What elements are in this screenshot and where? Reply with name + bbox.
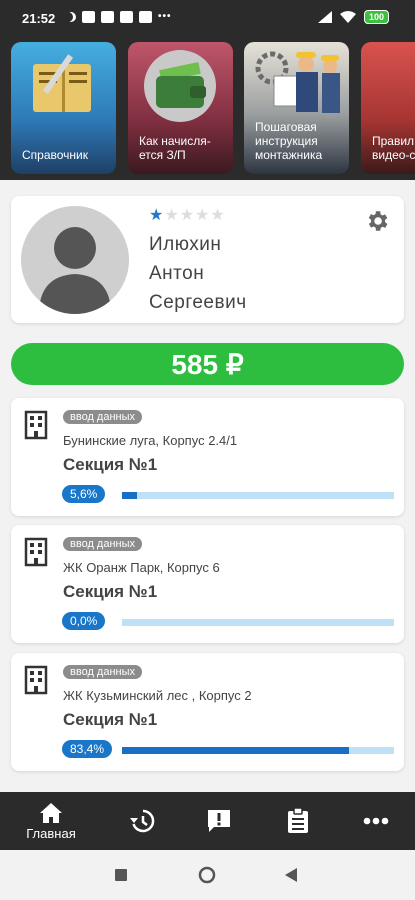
status-badge: ввод данных — [63, 537, 143, 551]
card-salary[interactable]: Как начисля- ется З/П — [128, 42, 233, 174]
nav-notices[interactable] — [203, 792, 235, 850]
object-section: Секция №1 — [63, 455, 158, 474]
building-icon — [24, 537, 48, 567]
status-time: 21:52 — [22, 11, 56, 26]
bottom-navigation: Главная — [0, 792, 415, 850]
object-card[interactable]: ввод данных Бунинские луга, Корпус 2.4/1… — [11, 398, 404, 516]
balance-button[interactable]: 585 ₽ — [11, 343, 404, 385]
info-cards-carousel[interactable]: Справочник Как начисля- ется З/П Пошагов… — [0, 36, 415, 180]
card-label: Правил видео-с — [372, 134, 415, 162]
progress-fill — [122, 747, 349, 754]
object-section: Секция №1 — [63, 582, 158, 601]
profile-name: Илюхин Антон Сергеевич — [149, 230, 247, 317]
system-navigation-bar — [0, 850, 415, 900]
progress-bar — [122, 492, 394, 499]
progress-bar — [122, 619, 394, 626]
gear-icon[interactable] — [364, 208, 390, 234]
nav-more[interactable] — [360, 792, 392, 850]
wifi-icon — [339, 11, 356, 23]
avatar[interactable] — [21, 206, 129, 314]
building-icon — [24, 665, 48, 695]
alert-message-icon — [208, 810, 230, 832]
reference-book-icon — [11, 42, 116, 129]
rating-stars: ★★★★★ — [149, 205, 226, 225]
signal-icon — [317, 11, 332, 23]
recents-button-icon[interactable] — [115, 869, 127, 881]
object-address: Бунинские луга, Корпус 2.4/1 — [63, 433, 238, 448]
star-icon: ★ — [210, 207, 226, 224]
object-section: Секция №1 — [63, 710, 158, 729]
dnd-moon-icon — [66, 12, 76, 22]
wallet-icon — [128, 42, 233, 129]
more-notifications-icon — [158, 15, 170, 19]
youtube-notification-icon — [120, 11, 133, 23]
patronymic: Сергеевич — [149, 292, 247, 313]
nav-tasks[interactable] — [282, 792, 314, 850]
progress-bar — [122, 747, 394, 754]
progress-percent: 0,0% — [62, 612, 106, 630]
more-icon — [363, 817, 389, 825]
star-icon: ★ — [149, 207, 165, 224]
progress-percent: 5,6% — [62, 485, 106, 503]
progress-percent: 83,4% — [62, 740, 113, 758]
app-notification-icon — [82, 11, 95, 23]
card-label: Пошаговая инструкция монтажника — [255, 120, 323, 162]
nav-home[interactable]: Главная — [20, 792, 82, 850]
object-card[interactable]: ввод данных ЖК Оранж Парк, Корпус 6 Секц… — [11, 525, 404, 643]
card-reference[interactable]: Справочник — [11, 42, 116, 174]
home-icon — [40, 802, 62, 823]
card-label: Справочник — [22, 148, 88, 162]
card-label: Как начисля- ется З/П — [139, 134, 211, 162]
object-card[interactable]: ввод данных ЖК Кузьминский лес , Корпус … — [11, 653, 404, 771]
youtube-notification-icon — [139, 11, 152, 23]
clipboard-icon — [288, 808, 308, 833]
video-icon — [361, 42, 415, 129]
object-address: ЖК Оранж Парк, Корпус 6 — [63, 560, 220, 575]
history-icon — [130, 809, 155, 833]
status-badge: ввод данных — [63, 665, 143, 679]
youtube-notification-icon — [101, 11, 114, 23]
back-button-icon[interactable] — [285, 868, 297, 882]
card-installation-guide[interactable]: Пошаговая инструкция монтажника — [244, 42, 349, 174]
last-name: Илюхин — [149, 234, 222, 255]
building-icon — [24, 410, 48, 440]
progress-fill — [122, 492, 138, 499]
status-bar: 21:52 100 — [0, 0, 415, 36]
nav-history[interactable] — [126, 792, 158, 850]
notification-icons — [66, 11, 170, 23]
nav-home-label: Главная — [26, 825, 76, 841]
first-name: Антон — [149, 263, 205, 284]
star-icon: ★ — [164, 207, 180, 224]
home-button-icon[interactable] — [198, 866, 216, 884]
workers-icon — [244, 42, 349, 129]
profile-card: ★★★★★ Илюхин Антон Сергеевич — [11, 196, 404, 323]
star-icon: ★ — [179, 207, 196, 224]
star-icon: ★ — [195, 207, 211, 224]
card-video-rules[interactable]: Правил видео-с — [361, 42, 415, 174]
object-address: ЖК Кузьминский лес , Корпус 2 — [63, 688, 252, 703]
battery-icon: 100 — [363, 10, 389, 24]
status-badge: ввод данных — [63, 410, 143, 424]
